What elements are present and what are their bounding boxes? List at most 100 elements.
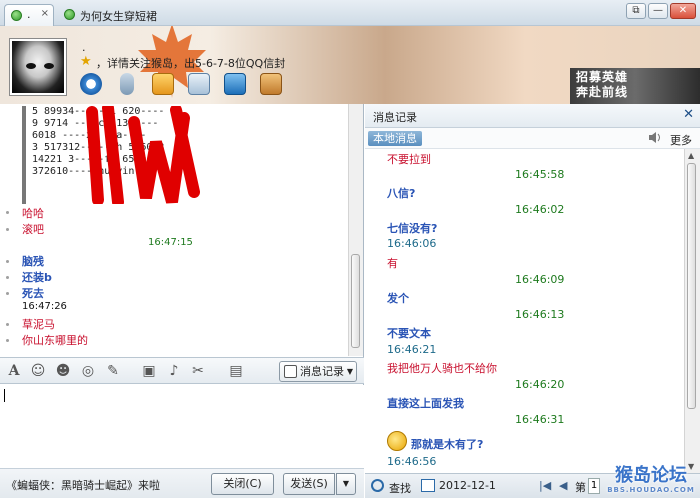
- speaker-icon[interactable]: [648, 131, 662, 144]
- close-button[interactable]: 关闭(C): [211, 473, 274, 495]
- page-label: 第: [575, 481, 586, 494]
- history-timestamp: 16:46:06: [387, 237, 437, 250]
- emoji-smiley-icon: [387, 431, 407, 451]
- tab-contact-dot[interactable]: . ×: [4, 4, 54, 26]
- history-message: 那就是木有了?: [411, 438, 484, 451]
- history-timestamp: 16:46:56: [387, 455, 437, 468]
- chat-timestamp: 16:47:15: [148, 237, 193, 248]
- search-icon: [371, 479, 384, 492]
- tab-local-messages[interactable]: 本地消息: [368, 131, 422, 146]
- history-icon: [284, 365, 297, 378]
- search-button[interactable]: 查找: [371, 479, 411, 496]
- history-timestamp: 16:46:31: [515, 413, 565, 426]
- window-controls: ⧉ — ✕: [626, 3, 696, 19]
- tab-label: .: [27, 8, 31, 21]
- history-title: 消息记录: [373, 111, 417, 124]
- chat-message: 脑残: [22, 255, 44, 268]
- close-window-button[interactable]: ✕: [670, 3, 696, 19]
- history-timestamp: 16:46:09: [515, 273, 565, 286]
- chat-message: 你山东哪里的: [22, 334, 88, 347]
- first-page-icon[interactable]: |◀: [539, 479, 551, 492]
- shared-image[interactable]: 5 89934-----hl 620---- 9 9714 ----cl 130…: [22, 106, 212, 204]
- music-icon[interactable]: ♪: [166, 363, 182, 379]
- red-scribble: [86, 106, 200, 204]
- message-bullet: [6, 211, 9, 214]
- watermark-text: 猴岛论坛: [615, 465, 687, 486]
- forum-watermark: 猴岛论坛 BBS.HOUDAO.COM: [602, 466, 700, 498]
- chat-message: 草泥马: [22, 318, 55, 331]
- scrollbar-thumb[interactable]: [687, 163, 696, 409]
- news-link[interactable]: 《蝙蝠侠：黑暗骑士崛起》来啦: [6, 477, 160, 493]
- history-scrollbar[interactable]: ▲ ▼: [684, 149, 700, 473]
- online-status-icon: [64, 9, 75, 20]
- send-options-dropdown[interactable]: ▼: [336, 473, 356, 495]
- app-list-icon[interactable]: [188, 73, 210, 95]
- header-toolbar: [80, 73, 282, 95]
- date-picker[interactable]: 2012-12-1: [421, 479, 496, 492]
- video-icon[interactable]: [80, 73, 102, 95]
- tab-contact-skirt[interactable]: 为何女生穿短裙: [58, 4, 194, 26]
- image-icon[interactable]: ▣: [141, 363, 157, 379]
- avatar-eye: [44, 63, 54, 69]
- star-icon: ★: [80, 54, 92, 69]
- more-icon[interactable]: ▤: [228, 363, 244, 379]
- send-button[interactable]: 发送(S): [283, 473, 335, 495]
- history-timestamp: 16:46:02: [515, 203, 565, 216]
- message-bullet: [6, 260, 9, 263]
- history-subbar: 本地消息 更多: [365, 128, 700, 149]
- message-bullet: [6, 228, 9, 231]
- message-history-button[interactable]: 消息记录 ▼: [279, 361, 357, 382]
- online-status-icon: [11, 10, 22, 21]
- chat-panel: 5 89934-----hl 620---- 9 9714 ----cl 130…: [0, 104, 364, 498]
- scrollbar-thumb[interactable]: [351, 254, 360, 348]
- close-tab-icon[interactable]: ×: [41, 8, 49, 19]
- more-link[interactable]: 更多: [670, 132, 692, 148]
- message-bullet: [6, 292, 9, 295]
- minimize-button[interactable]: —: [648, 3, 668, 19]
- chat-log: 5 89934-----hl 620---- 9 9714 ----cl 130…: [0, 104, 348, 356]
- history-button-label: 消息记录: [300, 365, 344, 378]
- contact-nickname: .: [82, 41, 86, 54]
- avatar-eye: [26, 63, 36, 69]
- prev-page-icon[interactable]: ◀: [559, 479, 567, 492]
- chat-message: 死去: [22, 287, 44, 300]
- history-timestamp: 16:46:13: [515, 308, 565, 321]
- page-number-input[interactable]: 1: [588, 478, 600, 494]
- more-apps-icon[interactable]: [260, 73, 282, 95]
- bottom-bar: 《蝙蝠侠：黑暗骑士崛起》来啦 关闭(C) 发送(S) ▼: [0, 468, 364, 498]
- avatar[interactable]: [10, 39, 66, 95]
- font-icon[interactable]: A: [6, 363, 22, 379]
- history-message: 直接这上面发我: [387, 397, 464, 410]
- date-value: 2012-12-1: [439, 479, 496, 492]
- ad-banner[interactable]: 招募英雄 奔赴前线: [570, 68, 700, 104]
- search-label: 查找: [389, 482, 411, 495]
- scroll-up-icon[interactable]: ▲: [688, 151, 694, 160]
- message-input[interactable]: [0, 385, 364, 468]
- history-message: 八信?: [387, 187, 416, 200]
- chat-timestamp: 16:47:26: [22, 301, 67, 312]
- restore-button[interactable]: ⧉: [626, 3, 646, 19]
- chat-message: 哈哈: [22, 207, 44, 220]
- ad-line1: 招募英雄: [576, 70, 629, 84]
- signature-text: ，详情关注猴岛，出5-6-7-8位QQ信封: [96, 57, 286, 70]
- close-history-icon[interactable]: ✕: [683, 107, 694, 122]
- history-panel: 消息记录 ✕ 本地消息 更多 不要拉到 16:45:58 八信? 16:46:0…: [365, 104, 700, 498]
- chat-message: 滚吧: [22, 223, 44, 236]
- chat-scrollbar[interactable]: [348, 104, 363, 356]
- history-timestamp: 16:45:58: [515, 168, 565, 181]
- chat-message: 还装b: [22, 271, 52, 284]
- emoji-icon[interactable]: ☺: [30, 363, 46, 379]
- history-log: 不要拉到 16:45:58 八信? 16:46:02 七信没有? 16:46:0…: [365, 149, 683, 473]
- history-timestamp: 16:46:20: [515, 378, 565, 391]
- input-toolbar: A ☺ ☻ ◎ ✎ ▣ ♪ ✂ ▤ 消息记录 ▼: [0, 357, 364, 384]
- watermark-url: BBS.HOUDAO.COM: [607, 486, 695, 494]
- file-transfer-icon[interactable]: [152, 73, 174, 95]
- shake-icon[interactable]: ◎: [80, 363, 96, 379]
- screenshot-icon[interactable]: ✂: [190, 363, 206, 379]
- magic-face-icon[interactable]: ☻: [55, 363, 71, 379]
- tab-label: 为何女生穿短裙: [80, 10, 157, 23]
- calendar-icon: [421, 479, 435, 492]
- voice-icon[interactable]: [120, 73, 134, 95]
- handwriting-icon[interactable]: ✎: [105, 363, 121, 379]
- remote-desktop-icon[interactable]: [224, 73, 246, 95]
